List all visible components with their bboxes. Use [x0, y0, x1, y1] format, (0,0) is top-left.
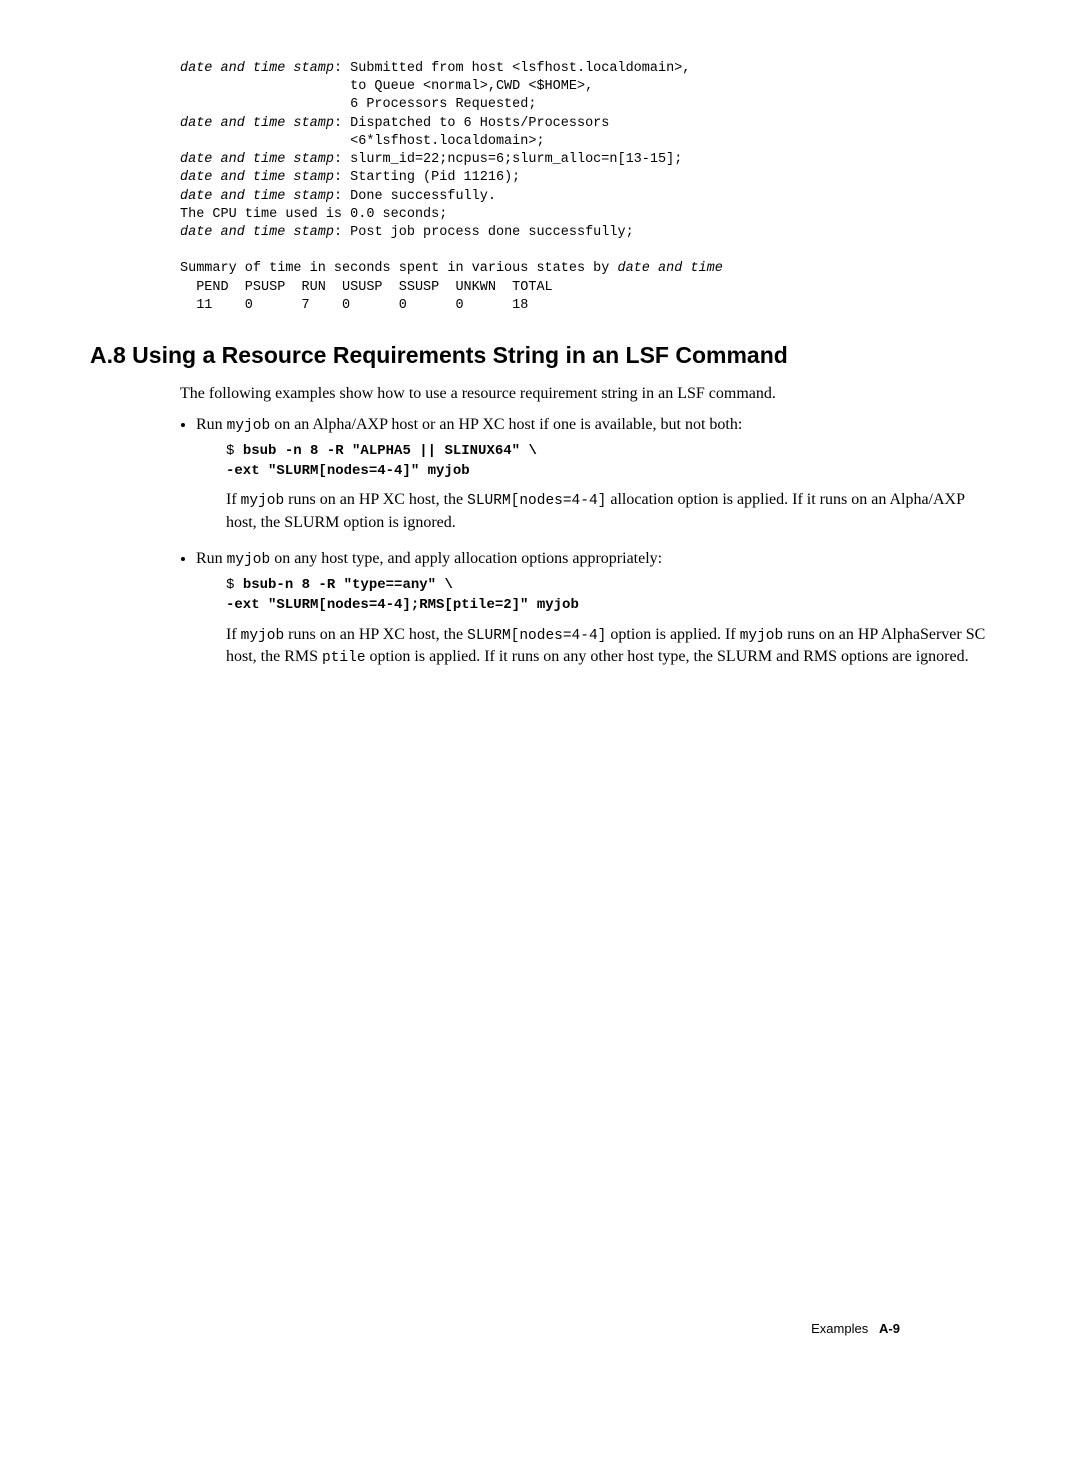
intro-paragraph: The following examples show how to use a… [180, 383, 990, 405]
explanation-paragraph: If myjob runs on an HP XC host, the SLUR… [226, 489, 990, 534]
command-block: $ bsub -n 8 -R "ALPHA5 || SLINUX64" \ -e… [226, 442, 990, 481]
list-item: Run myjob on an Alpha/AXP host or an HP … [196, 414, 990, 534]
command-block: $ bsub-n 8 -R "type==any" \ -ext "SLURM[… [226, 576, 990, 615]
terminal-output: date and time stamp: Submitted from host… [180, 60, 990, 315]
section-heading: A.8 Using a Resource Requirements String… [90, 339, 990, 371]
page-footer: Examples A-9 [811, 1320, 900, 1338]
explanation-paragraph: If myjob runs on an HP XC host, the SLUR… [226, 624, 990, 669]
page-number: A-9 [879, 1321, 900, 1336]
footer-label: Examples [811, 1321, 868, 1336]
list-item: Run myjob on any host type, and apply al… [196, 548, 990, 668]
example-list: Run myjob on an Alpha/AXP host or an HP … [178, 414, 990, 669]
bullet-text: Run myjob on any host type, and apply al… [196, 550, 662, 567]
bullet-text: Run myjob on an Alpha/AXP host or an HP … [196, 416, 742, 433]
